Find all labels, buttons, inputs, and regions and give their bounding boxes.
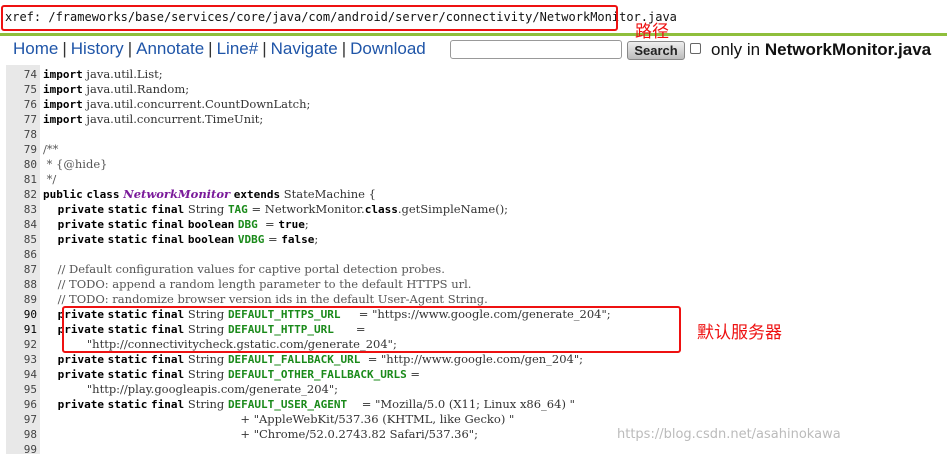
nav-navigate-link[interactable]: Navigate <box>271 39 338 58</box>
code-line: 78 <box>0 127 947 142</box>
line-number[interactable]: 95 <box>6 382 37 397</box>
code-text: // Default configuration values for capt… <box>43 262 445 276</box>
nav-home-link[interactable]: Home <box>13 39 58 58</box>
code-line: 83 private static final String TAG = Net… <box>0 202 947 217</box>
code-text: * {@hide} <box>43 157 108 171</box>
nav-history-link[interactable]: History <box>71 39 124 58</box>
line-number[interactable]: 93 <box>6 352 37 367</box>
code-text: + "AppleWebKit/537.36 (KHTML, like Gecko… <box>43 412 515 426</box>
line-number[interactable]: 88 <box>6 277 37 292</box>
code-text: private static final String DEFAULT_OTHE… <box>57 367 421 381</box>
code-line: 89 // TODO: randomize browser version id… <box>0 292 947 307</box>
line-number[interactable]: 94 <box>6 367 37 382</box>
code-text: import java.util.Random; <box>43 82 190 96</box>
line-number[interactable]: 80 <box>6 157 37 172</box>
only-in-file-checkbox[interactable] <box>690 43 701 54</box>
nav-separator: | <box>341 39 347 58</box>
line-number[interactable]: 75 <box>6 82 37 97</box>
code-line: 82 public class NetworkMonitor extends St… <box>0 187 947 202</box>
line-number[interactable]: 76 <box>6 97 37 112</box>
nav-separator: | <box>127 39 133 58</box>
code-text: */ <box>43 172 57 186</box>
code-line: 96 private static final String DEFAULT_U… <box>0 397 947 412</box>
code-text: import java.util.List; <box>43 67 163 81</box>
code-text: "http://play.googleapis.com/generate_204… <box>86 382 338 396</box>
line-number[interactable]: 81 <box>6 172 37 187</box>
search-button[interactable]: Search <box>627 41 685 60</box>
code-line: 94 private static final String DEFAULT_O… <box>0 367 947 382</box>
code-text: /** <box>43 142 59 156</box>
code-line: 85 private static final boolean VDBG = f… <box>0 232 947 247</box>
code-line: 93 private static final String DEFAULT_F… <box>0 352 947 367</box>
code-text: import java.util.concurrent.TimeUnit; <box>43 112 264 126</box>
code-listing: 74 import java.util.List; 75 import java.ut… <box>0 65 947 457</box>
nav-annotate-link[interactable]: Annotate <box>136 39 204 58</box>
code-line: 74 import java.util.List; <box>0 67 947 82</box>
path-divider <box>0 33 947 36</box>
nav-separator: | <box>62 39 67 58</box>
nav-line-link[interactable]: Line# <box>217 39 259 58</box>
line-number[interactable]: 97 <box>6 412 37 427</box>
code-text: + "Chrome/52.0.2743.82 Safari/537.36"; <box>43 427 478 441</box>
code-line: 81 */ <box>0 172 947 187</box>
code-line: 76 import java.util.concurrent.CountDownL… <box>0 97 947 112</box>
default-server-annotation: 默认服务器 <box>697 323 782 343</box>
code-line: 87 // Default configuration values for c… <box>0 262 947 277</box>
code-text: // TODO: randomize browser version ids i… <box>43 292 488 306</box>
line-number[interactable]: 91 <box>6 322 37 337</box>
code-text: private static final String DEFAULT_USER… <box>57 397 575 411</box>
only-in-filename: NetworkMonitor.java <box>764 40 932 59</box>
code-line: 86 <box>0 247 947 262</box>
code-text: private static final boolean VDBG = fals… <box>57 232 319 246</box>
code-text: private static final String TAG = Networ… <box>57 202 509 216</box>
only-in-label: only in NetworkMonitor.java <box>711 40 931 60</box>
line-number[interactable]: 77 <box>6 112 37 127</box>
line-number[interactable]: 86 <box>6 247 37 262</box>
code-text: import java.util.concurrent.CountDownLat… <box>43 97 311 111</box>
line-number[interactable]: 78 <box>6 127 37 142</box>
line-number[interactable]: 87 <box>6 262 37 277</box>
code-text: private static final boolean DBG = true; <box>57 217 309 231</box>
line-number[interactable]: 83 <box>6 202 37 217</box>
line-number[interactable]: 98 <box>6 427 37 442</box>
code-line: 80 * {@hide} <box>0 157 947 172</box>
nav-separator: | <box>262 39 267 58</box>
line-number[interactable]: 96 <box>6 397 37 412</box>
code-line: 97 + "AppleWebKit/537.36 (KHTML, like Ge… <box>0 412 947 427</box>
code-line: 88 // TODO: append a random length param… <box>0 277 947 292</box>
only-in-text: only in <box>711 40 761 59</box>
code-line: 95 "http://play.googleapis.com/generate_… <box>0 382 947 397</box>
nav-separator: | <box>208 39 213 58</box>
code-line: 77 import java.util.concurrent.TimeUnit; <box>0 112 947 127</box>
nav-download-link[interactable]: Download <box>350 39 426 58</box>
line-number[interactable]: 85 <box>6 232 37 247</box>
code-line: 99 <box>0 442 947 457</box>
code-line: 75 import java.util.Random; <box>0 82 947 97</box>
code-line: 79 /** <box>0 142 947 157</box>
watermark: https://blog.csdn.net/asahinokawa <box>617 427 841 442</box>
line-number[interactable]: 84 <box>6 217 37 232</box>
line-number[interactable]: 99 <box>6 442 37 457</box>
code-text: // TODO: append a random length paramete… <box>43 277 472 291</box>
line-number[interactable]: 89 <box>6 292 37 307</box>
line-number[interactable]: 82 <box>6 187 37 202</box>
path-highlight-box <box>1 5 618 31</box>
nav-bar: Home | History | Annotate | Line# | Navigate | Dow… <box>0 37 947 63</box>
code-line: 84 private static final boolean DBG = tr… <box>0 217 947 232</box>
line-number[interactable]: 79 <box>6 142 37 157</box>
line-number[interactable]: 90 <box>6 307 37 322</box>
line-number[interactable]: 74 <box>6 67 37 82</box>
code-text: private static final String DEFAULT_FALL… <box>57 352 584 366</box>
code-text: public class NetworkMonitor extends Stat… <box>43 187 376 201</box>
search-input[interactable] <box>450 40 622 59</box>
default-server-highlight-box <box>62 306 681 353</box>
line-number[interactable]: 92 <box>6 337 37 352</box>
